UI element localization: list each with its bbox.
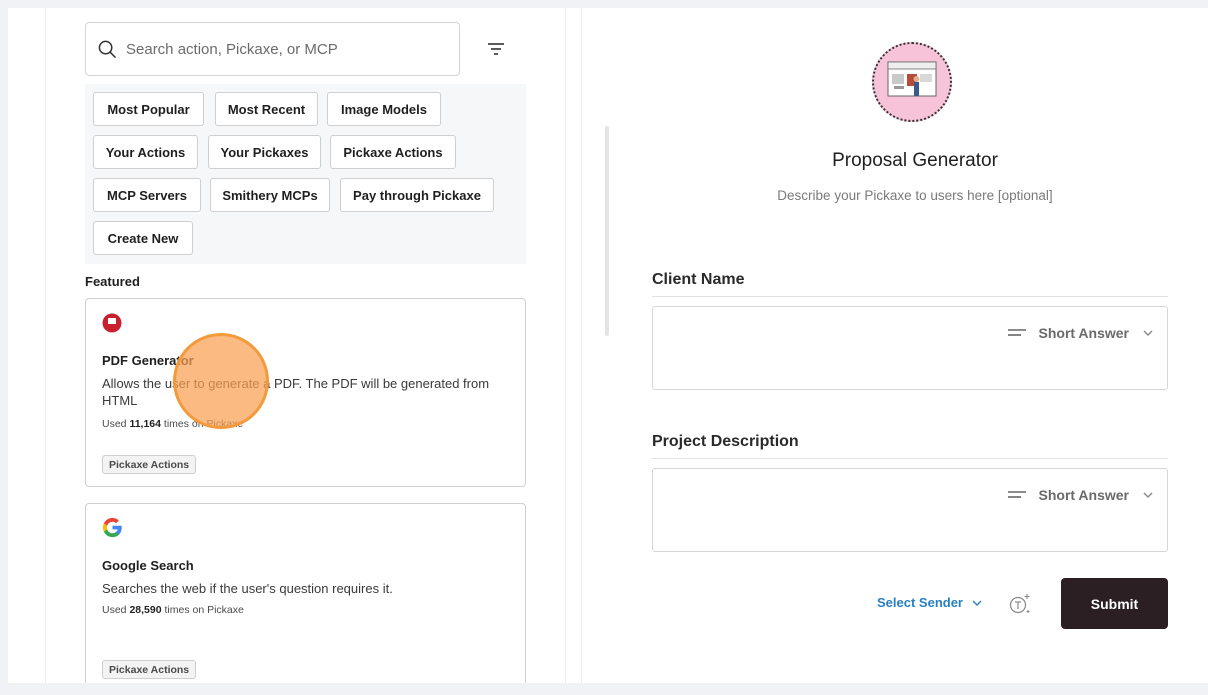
field-label-client-name: Client Name (652, 271, 745, 288)
action-browser-panel: Most Popular Most Recent Image Models Yo… (46, 8, 566, 683)
pickaxe-avatar (872, 42, 952, 122)
pickaxe-description: Describe your Pickaxe to users here [opt… (777, 188, 1053, 203)
chip-image-models[interactable]: Image Models (327, 92, 441, 126)
chip-create-new[interactable]: Create New (93, 221, 193, 255)
text-sparkle-icon[interactable] (1008, 592, 1032, 616)
chip-your-actions[interactable]: Your Actions (93, 135, 198, 169)
select-sender-dropdown[interactable]: Select Sender (877, 595, 982, 610)
avatar-illustration (887, 61, 937, 97)
google-icon (102, 517, 122, 538)
project-description-field[interactable]: Short Answer (652, 468, 1168, 552)
short-answer-icon (1007, 329, 1026, 336)
card-tag: Pickaxe Actions (102, 455, 197, 474)
card-title: Google Search (102, 558, 194, 573)
category-chips: Most Popular Most Recent Image Models Yo… (85, 84, 526, 264)
card-tag: Pickaxe Actions (102, 660, 197, 679)
card-title: PDF Generator (102, 353, 194, 368)
pickaxe-title: Proposal Generator (832, 150, 998, 171)
chip-mcp-servers[interactable]: MCP Servers (93, 178, 201, 212)
answer-type-label: Short Answer (1038, 487, 1130, 503)
search-input[interactable] (126, 40, 446, 58)
answer-type-selector[interactable]: Short Answer (1007, 325, 1154, 341)
chevron-down-icon (1143, 492, 1153, 498)
left-gutter (8, 8, 46, 683)
answer-type-label: Short Answer (1038, 325, 1130, 341)
answer-type-selector[interactable]: Short Answer (1007, 487, 1154, 503)
search-icon (98, 40, 116, 58)
app-window: Most Popular Most Recent Image Models Yo… (8, 8, 1208, 683)
pdf-generator-icon (102, 313, 122, 333)
select-sender-label: Select Sender (877, 595, 963, 610)
chip-most-popular[interactable]: Most Popular (93, 92, 204, 126)
submit-button[interactable]: Submit (1061, 578, 1168, 629)
action-card-pdf-generator[interactable]: PDF Generator Allows the user to generat… (85, 298, 526, 487)
card-description: Allows the user to generate a PDF. The P… (102, 376, 490, 408)
field-label-project-description: Project Description (652, 433, 799, 450)
scrollbar-thumb[interactable] (605, 126, 609, 336)
card-usage: Used 11,164 times on Pickaxe (102, 418, 244, 430)
short-answer-icon (1007, 491, 1026, 498)
client-name-field[interactable]: Short Answer (652, 306, 1168, 390)
chevron-down-icon (1143, 330, 1153, 336)
chip-smithery-mcps[interactable]: Smithery MCPs (210, 178, 330, 212)
filter-icon[interactable] (486, 41, 506, 57)
chip-pay-through-pickaxe[interactable]: Pay through Pickaxe (340, 178, 494, 212)
card-usage: Used 28,590 times on Pickaxe (102, 604, 244, 616)
panel-divider (581, 8, 582, 683)
field-divider (652, 296, 1168, 297)
featured-heading: Featured (85, 274, 140, 289)
chip-your-pickaxes[interactable]: Your Pickaxes (208, 135, 321, 169)
field-divider (652, 458, 1168, 459)
chip-most-recent[interactable]: Most Recent (215, 92, 318, 126)
search-box[interactable] (85, 22, 460, 76)
chevron-down-icon (972, 600, 982, 606)
chip-pickaxe-actions[interactable]: Pickaxe Actions (330, 135, 456, 169)
action-card-google-search[interactable]: Google Search Searches the web if the us… (85, 503, 526, 683)
card-description: Searches the web if the user's question … (102, 581, 393, 596)
